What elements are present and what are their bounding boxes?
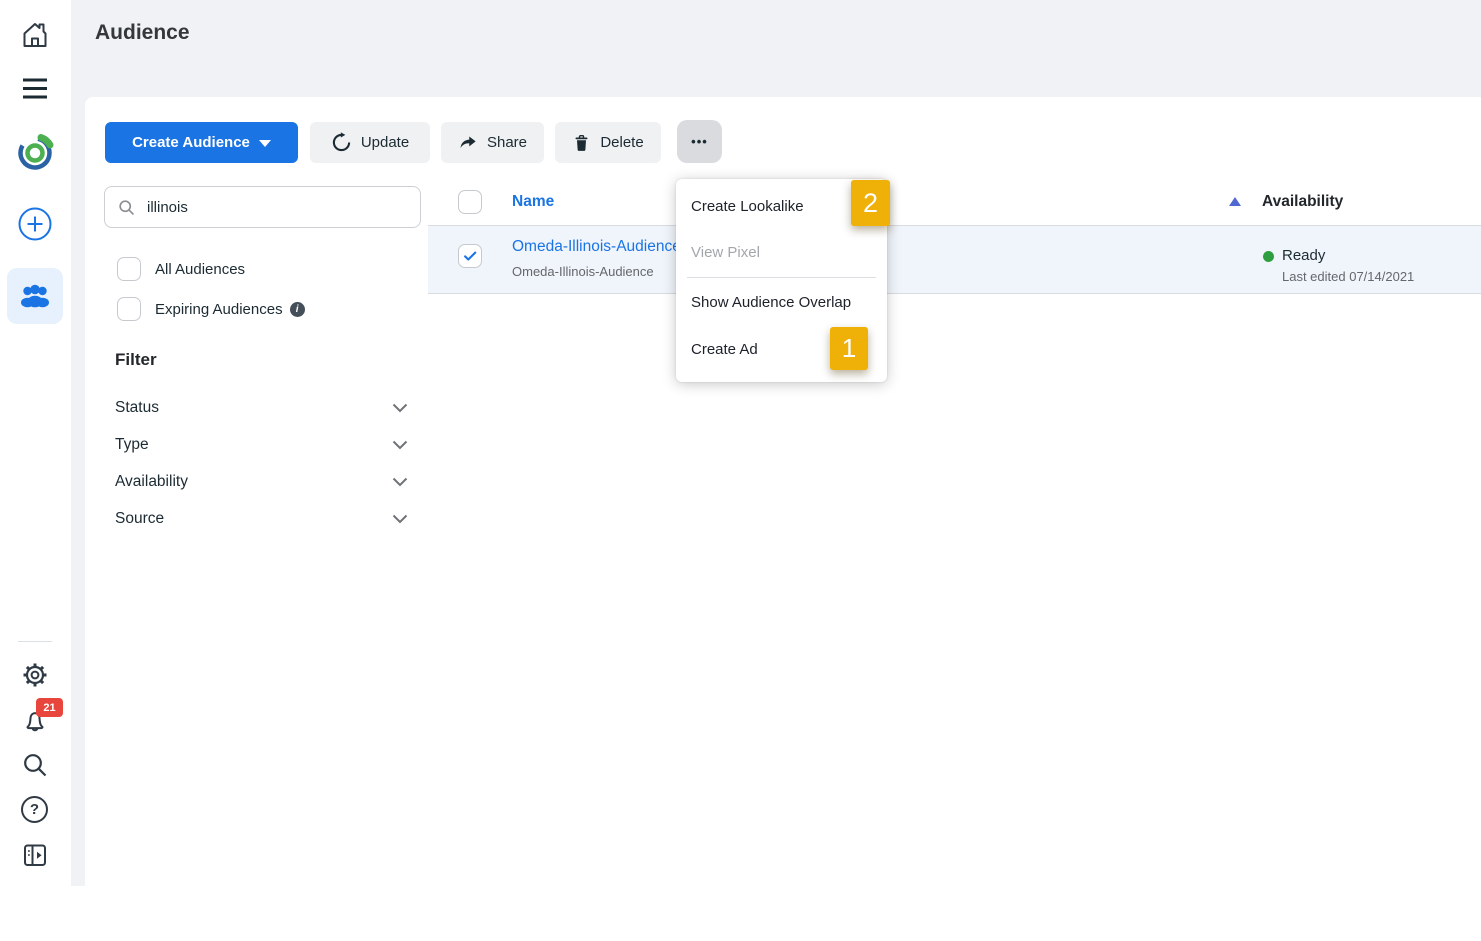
- last-edited-text: Last edited 07/14/2021: [1282, 269, 1414, 284]
- refresh-icon: [331, 132, 352, 153]
- all-audiences-checkbox[interactable]: [117, 257, 141, 281]
- audience-name-link[interactable]: Omeda-Illinois-Audience: [512, 238, 681, 256]
- row-checkbox[interactable]: [458, 244, 482, 268]
- expiring-audiences-row: Expiring Audiences i: [117, 297, 305, 321]
- check-icon: [461, 247, 479, 265]
- chevron-down-icon: [392, 440, 408, 450]
- delete-label: Delete: [600, 134, 643, 151]
- expiring-audiences-checkbox[interactable]: [117, 297, 141, 321]
- chevron-down-icon: [392, 514, 408, 524]
- search-input[interactable]: [147, 199, 387, 216]
- omeda-logo-icon: [12, 129, 58, 175]
- filter-status[interactable]: Status: [115, 396, 408, 420]
- audiences-icon: [17, 280, 53, 312]
- create-audience-button[interactable]: Create Audience: [105, 122, 298, 163]
- column-header-name[interactable]: Name: [512, 193, 554, 211]
- menu-icon: [20, 76, 50, 101]
- notification-count-badge: 21: [36, 698, 63, 717]
- collapse-panel-button[interactable]: [20, 840, 50, 870]
- sidebar-item-audiences[interactable]: [7, 268, 63, 324]
- annotation-step-badge-2: 2: [851, 180, 890, 226]
- filter-source[interactable]: Source: [115, 507, 408, 531]
- share-button[interactable]: Share: [441, 122, 544, 163]
- audience-search-box: [104, 186, 421, 228]
- all-audiences-label: All Audiences: [155, 261, 245, 278]
- page-title: Audience: [95, 21, 190, 45]
- main-menu-button[interactable]: [20, 76, 50, 101]
- delete-button[interactable]: Delete: [555, 122, 661, 163]
- search-icon: [20, 750, 50, 780]
- more-icon: •••: [691, 134, 708, 149]
- chevron-down-icon: [259, 140, 271, 147]
- collapse-panel-icon: [20, 840, 50, 870]
- add-button[interactable]: [17, 206, 53, 242]
- filter-availability[interactable]: Availability: [115, 470, 408, 494]
- menu-item-show-audience-overlap[interactable]: Show Audience Overlap: [676, 279, 887, 325]
- filter-type-label: Type: [115, 436, 149, 454]
- menu-divider: [687, 277, 876, 278]
- more-actions-button[interactable]: •••: [677, 120, 722, 163]
- menu-item-view-pixel: View Pixel: [676, 229, 887, 275]
- home-icon: [19, 19, 51, 51]
- sidebar-divider: [18, 641, 52, 642]
- chevron-down-icon: [392, 477, 408, 487]
- sort-ascending-icon: [1229, 197, 1241, 206]
- chevron-down-icon: [392, 403, 408, 413]
- info-icon[interactable]: i: [290, 302, 305, 317]
- all-audiences-row: All Audiences: [117, 257, 245, 281]
- home-button[interactable]: [19, 19, 51, 51]
- column-header-availability[interactable]: Availability: [1262, 193, 1343, 211]
- availability-status: Ready: [1282, 247, 1325, 264]
- filter-section-title: Filter: [115, 350, 157, 370]
- add-icon: [17, 206, 53, 242]
- help-button[interactable]: ?: [21, 796, 48, 823]
- filter-type[interactable]: Type: [115, 433, 408, 457]
- search-icon: [117, 198, 136, 217]
- status-ready-icon: [1263, 251, 1274, 262]
- omeda-logo[interactable]: [12, 129, 58, 175]
- filter-source-label: Source: [115, 510, 164, 528]
- expiring-audiences-label: Expiring Audiences: [155, 301, 283, 318]
- filter-availability-label: Availability: [115, 473, 188, 491]
- sidebar-search-button[interactable]: [20, 750, 50, 780]
- filter-status-label: Status: [115, 399, 159, 417]
- sidebar: 21 ?: [0, 0, 71, 941]
- settings-button[interactable]: [20, 660, 50, 690]
- share-icon: [458, 133, 478, 153]
- select-all-checkbox[interactable]: [458, 190, 482, 214]
- settings-icon: [20, 660, 50, 690]
- create-audience-label: Create Audience: [132, 134, 250, 151]
- share-label: Share: [487, 134, 527, 151]
- update-button[interactable]: Update: [310, 122, 430, 163]
- trash-icon: [572, 133, 591, 153]
- audience-subtitle: Omeda-Illinois-Audience: [512, 264, 654, 279]
- update-label: Update: [361, 134, 409, 151]
- annotation-step-badge-1: 1: [830, 327, 868, 370]
- audience-page: Audience: [0, 0, 1481, 941]
- help-icon: ?: [21, 796, 48, 823]
